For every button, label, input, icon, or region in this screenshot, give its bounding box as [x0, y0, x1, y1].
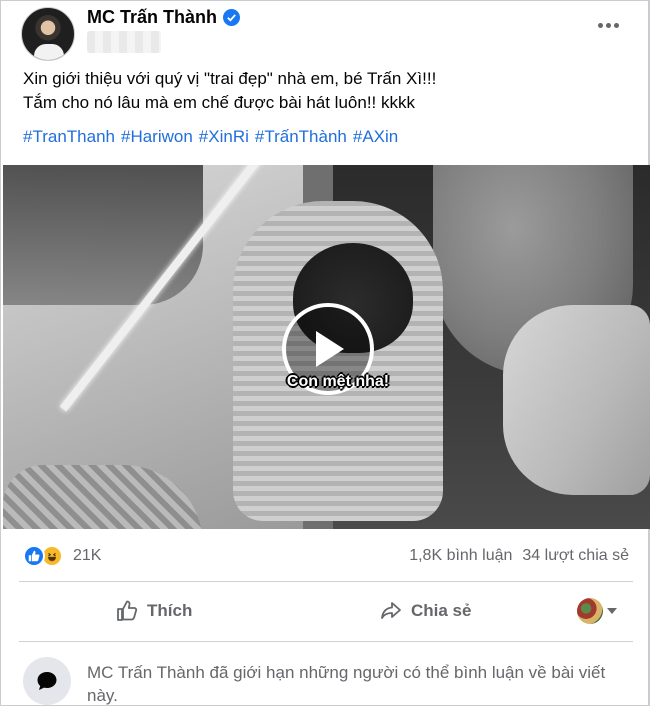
post-meta-blurred [87, 31, 161, 53]
share-button-label: Chia sẻ [411, 601, 472, 620]
like-reaction-icon [23, 545, 45, 567]
author-avatar[interactable] [21, 7, 75, 61]
thumbs-up-icon [117, 600, 138, 621]
video-player[interactable]: Con mệt nha! [3, 165, 650, 529]
audience-profile-selector[interactable] [577, 598, 617, 624]
comment-bubble-icon [23, 657, 71, 705]
divider [19, 641, 633, 642]
share-button[interactable]: Chia sẻ [379, 595, 471, 627]
hashtag-link[interactable]: #AXin [353, 127, 398, 147]
verified-badge-icon [223, 9, 240, 26]
reaction-count: 21K [73, 547, 102, 564]
author-name-row: MC Trấn Thành [87, 7, 240, 28]
like-button[interactable]: Thích [115, 595, 192, 627]
share-count-link[interactable]: 34 lượt chia sẻ [522, 547, 629, 565]
share-arrow-icon [381, 602, 401, 619]
hashtag-link[interactable]: #Hariwon [121, 127, 193, 147]
comment-count-link[interactable]: 1,8K bình luận [409, 547, 512, 565]
video-frame-hand [503, 305, 650, 495]
post-text-line-2: Tắm cho nó lâu mà em chế được bài hát lu… [23, 93, 415, 112]
profile-avatar [577, 598, 603, 624]
chevron-down-icon [607, 608, 617, 614]
post-text: Xin giới thiệu với quý vị "trai đẹp" nhà… [23, 67, 436, 115]
hashtag-link[interactable]: #TrấnThành [255, 127, 347, 147]
hashtag-link[interactable]: #TranThanh [23, 127, 115, 147]
post-text-line-1: Xin giới thiệu với quý vị "trai đẹp" nhà… [23, 69, 437, 88]
video-caption: Con mệt nha! [286, 373, 390, 390]
author-name[interactable]: MC Trấn Thành [87, 7, 217, 28]
hashtag-list: #TranThanh #Hariwon #XinRi #TrấnThành #A… [23, 127, 398, 147]
reaction-summary[interactable]: 21K [23, 545, 101, 567]
hashtag-link[interactable]: #XinRi [199, 127, 249, 147]
like-button-label: Thích [147, 601, 193, 620]
video-frame-arm [3, 165, 203, 305]
more-options-icon[interactable] [593, 11, 623, 39]
post-card: MC Trấn Thành Xin giới thiệu với quý vị … [0, 0, 650, 706]
divider [19, 581, 633, 582]
comment-restriction-notice: MC Trấn Thành đã giới hạn những người có… [87, 663, 606, 705]
comment-share-counts: 1,8K bình luận 34 lượt chia sẻ [409, 547, 629, 565]
